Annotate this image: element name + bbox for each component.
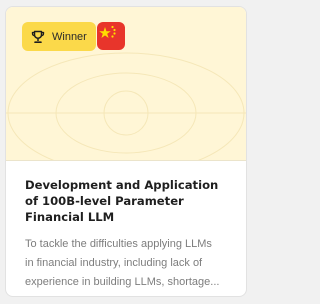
winner-badge-label: Winner xyxy=(52,30,87,43)
description-line: in financial industry, including lack of xyxy=(25,257,203,269)
card-title[interactable]: Development and Application of 100B-leve… xyxy=(25,177,235,225)
card-description: To tackle the difficulties applying LLMs… xyxy=(25,235,235,292)
card-cover-image: Winner xyxy=(6,7,246,161)
winner-badge: Winner xyxy=(22,22,96,51)
description-line: experience in building LLMs, shortage... xyxy=(25,276,220,288)
card-body: Development and Application of 100B-leve… xyxy=(25,177,235,292)
trophy-icon xyxy=(31,30,45,43)
china-flag-icon xyxy=(97,22,125,50)
description-line: To tackle the difficulties applying LLMs xyxy=(25,238,212,250)
project-card[interactable]: Winner Development and Application of 10… xyxy=(5,6,247,297)
